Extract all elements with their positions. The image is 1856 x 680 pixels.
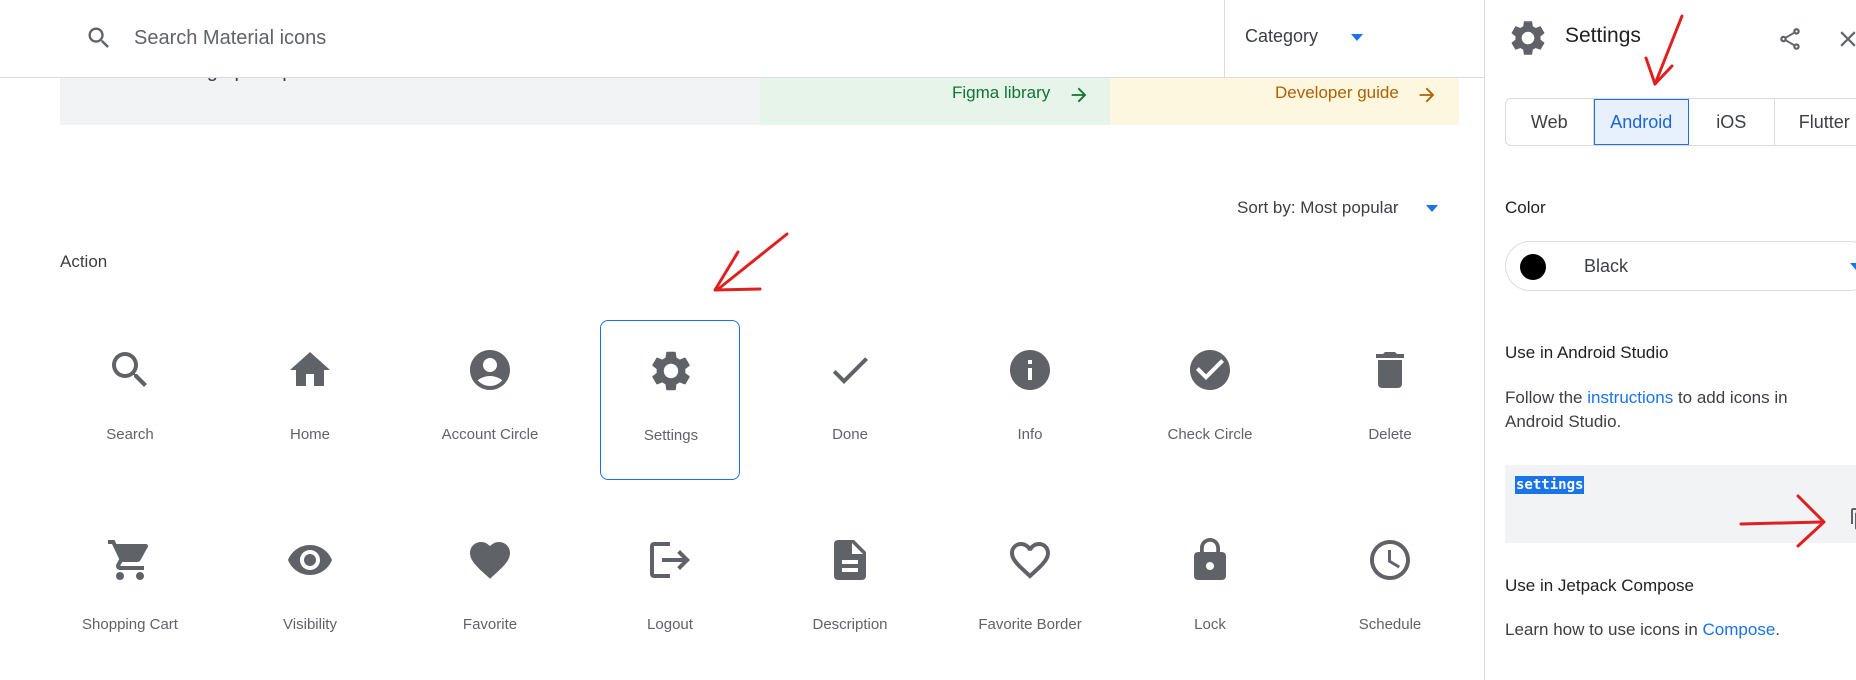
icon-tile-info[interactable]: Info: [960, 320, 1100, 480]
icon-tile-home[interactable]: Home: [240, 320, 380, 480]
icon-tile-description[interactable]: Description: [780, 510, 920, 670]
icon-label: Settings: [643, 427, 699, 444]
jetpack-compose-heading: Use in Jetpack Compose: [1505, 576, 1694, 595]
check-circle-icon: [1190, 350, 1230, 390]
icon-label: Logout: [647, 616, 693, 633]
figma-library-card[interactable]: [760, 78, 1110, 125]
icon-label: Favorite Border: [978, 616, 1082, 633]
icon-label: Schedule: [1358, 616, 1422, 633]
icon-label: Visibility: [283, 616, 337, 633]
icon-label: Done: [832, 426, 868, 443]
compose-text: Learn how to use icons in: [1505, 620, 1698, 639]
instructions-text: Follow the: [1505, 388, 1583, 407]
icon-label: Account Circle: [441, 426, 539, 443]
compose-text: .: [1775, 620, 1781, 639]
tab-flutter[interactable]: Flutter: [1775, 99, 1856, 145]
icon-tile-done[interactable]: Done: [780, 320, 920, 480]
tab-ios[interactable]: iOS: [1689, 99, 1775, 145]
divider: [1224, 0, 1225, 78]
lock-icon: [1194, 538, 1226, 580]
icon-tile-account-circle[interactable]: Account Circle: [420, 320, 560, 480]
banner-description-card: [60, 78, 760, 125]
red-arrow-settings-tile: [713, 232, 789, 292]
color-dropdown[interactable]: Black: [1505, 241, 1856, 291]
info-icon: [1010, 350, 1050, 390]
icon-label: Shopping Cart: [82, 616, 178, 633]
done-icon: [832, 357, 868, 384]
icon-label: Check Circle: [1167, 426, 1253, 443]
search-icon: [112, 352, 147, 387]
icon-label: Description: [812, 616, 888, 633]
code-text[interactable]: settings: [1515, 476, 1585, 494]
figma-library-link[interactable]: Figma library: [952, 83, 1050, 103]
icon-tile-settings[interactable]: Settings: [600, 320, 740, 480]
logout-icon: [650, 542, 690, 578]
tab-web[interactable]: Web: [1506, 99, 1594, 145]
share-icon[interactable]: [1777, 26, 1803, 52]
icon-tile-check-circle[interactable]: Check Circle: [1140, 320, 1280, 480]
icon-tile-visibility[interactable]: Visibility: [240, 510, 380, 670]
icon-label: Favorite: [462, 616, 518, 633]
icon-tile-schedule[interactable]: Schedule: [1320, 510, 1460, 670]
schedule-icon: [1370, 540, 1410, 580]
icon-detail-panel: Settings Web Android iOS Flutter Color B…: [1484, 0, 1856, 680]
color-value: Black: [1584, 256, 1629, 276]
icon-label: Info: [1017, 426, 1043, 443]
panel-title: Settings: [1565, 24, 1641, 47]
search-icon[interactable]: [85, 24, 113, 52]
android-studio-heading: Use in Android Studio: [1505, 343, 1669, 362]
icon-label: Delete: [1368, 426, 1412, 443]
visibility-icon: [288, 545, 332, 575]
settings-icon: [1511, 21, 1545, 55]
section-title: Action: [60, 252, 108, 271]
favorite-icon: [470, 542, 510, 579]
icon-tile-logout[interactable]: Logout: [600, 510, 740, 670]
icon-tile-favorite[interactable]: Favorite: [420, 510, 560, 670]
copy-icon[interactable]: [1849, 507, 1856, 531]
settings-icon: [652, 351, 690, 391]
code-snippet[interactable]: settings: [1505, 465, 1856, 543]
delete-icon: [1376, 352, 1404, 388]
compose-link[interactable]: Compose: [1703, 620, 1776, 639]
arrow-right-icon: [1419, 87, 1435, 103]
account-circle-icon: [470, 350, 510, 390]
icon-tile-lock[interactable]: Lock: [1140, 510, 1280, 670]
home-icon: [290, 352, 330, 386]
top-search-bar: Category: [0, 0, 1484, 78]
favorite-border-icon: [1010, 542, 1050, 579]
icon-label: Lock: [1194, 616, 1226, 633]
color-label: Color: [1505, 198, 1546, 217]
icon-tile-search[interactable]: Search: [60, 320, 200, 480]
arrow-right-icon: [1071, 87, 1087, 103]
sort-dropdown[interactable]: Sort by: Most popular: [1237, 198, 1399, 218]
close-icon[interactable]: [1835, 26, 1856, 52]
developer-guide-link[interactable]: Developer guide: [1275, 83, 1399, 103]
shopping-cart-icon: [108, 540, 149, 580]
color-swatch: [1520, 254, 1546, 280]
icon-tile-favorite-border[interactable]: Favorite Border: [960, 510, 1100, 670]
instructions-link[interactable]: instructions: [1587, 388, 1673, 407]
icon-tile-delete[interactable]: Delete: [1320, 320, 1460, 480]
description-icon: [834, 540, 866, 580]
jetpack-compose-text: Learn how to use icons in Compose.: [1505, 618, 1835, 642]
chevron-down-icon[interactable]: [1351, 34, 1363, 41]
chevron-down-icon[interactable]: [1426, 205, 1438, 212]
chevron-down-icon: [1850, 263, 1856, 270]
category-dropdown[interactable]: Category: [1245, 26, 1318, 47]
icon-label: Home: [289, 426, 330, 443]
icon-tile-shopping-cart[interactable]: Shopping Cart: [60, 510, 200, 670]
platform-tabs: Web Android iOS Flutter: [1505, 98, 1856, 146]
tab-android[interactable]: Android: [1593, 99, 1690, 145]
search-input[interactable]: [134, 20, 694, 56]
icon-label: Search: [106, 426, 154, 443]
android-studio-instructions: Follow the instructions to add icons in …: [1505, 386, 1835, 434]
